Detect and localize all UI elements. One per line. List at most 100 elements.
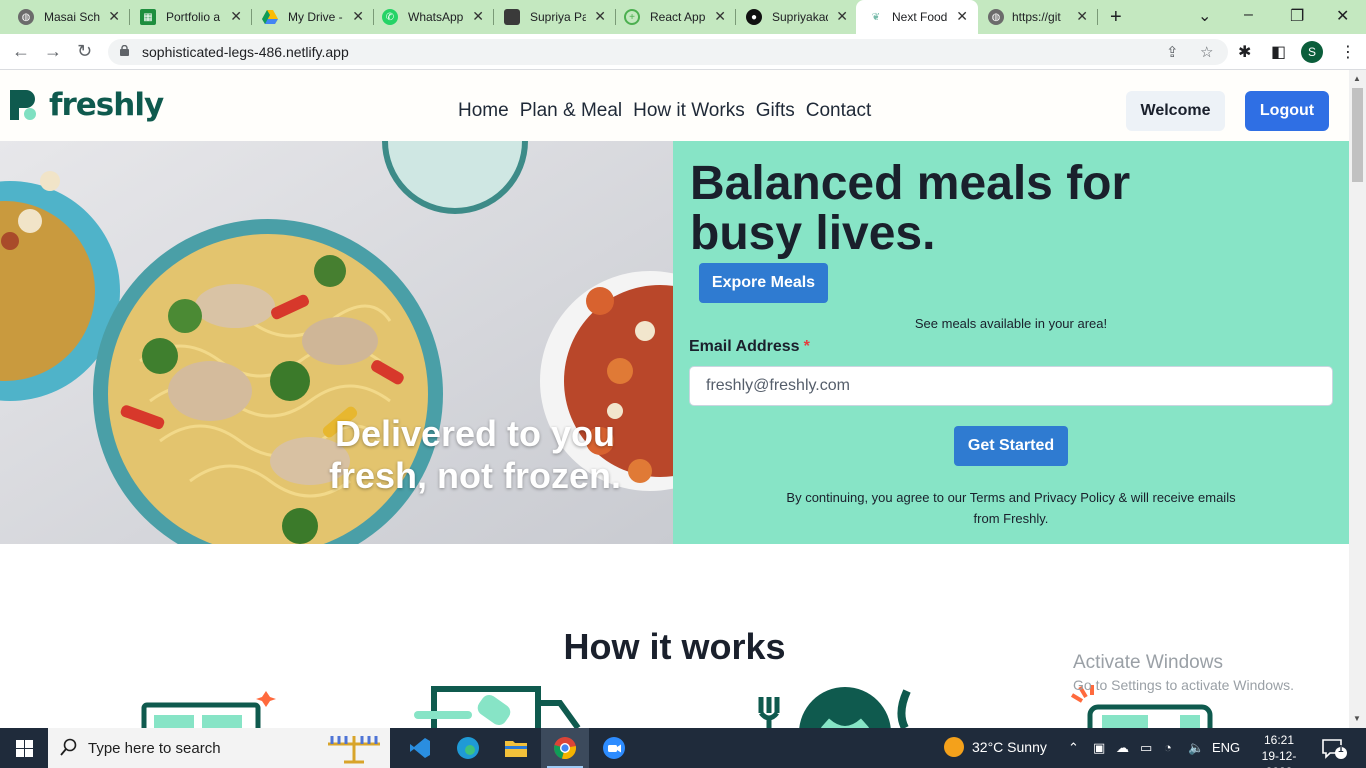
tab-title: Portfolio a bbox=[166, 10, 221, 24]
network-icon[interactable]: ◔ bbox=[1164, 740, 1172, 755]
browser-toolbar: ← → ↻ sophisticated-legs-486.netlify.app… bbox=[0, 34, 1366, 70]
browser-tab[interactable]: ● Supriyakad ✕ bbox=[728, 0, 858, 34]
onedrive-icon[interactable]: ☁ bbox=[1116, 740, 1129, 756]
clock-date: 19-12-2022 bbox=[1261, 749, 1297, 768]
close-window-icon[interactable]: ✕ bbox=[1336, 6, 1349, 26]
close-icon[interactable]: ✕ bbox=[1076, 8, 1088, 25]
bookmark-star-icon[interactable]: ☆ bbox=[1200, 43, 1213, 61]
notification-center-icon[interactable] bbox=[1322, 738, 1348, 760]
search-icon bbox=[60, 738, 77, 756]
taskbar-chrome[interactable] bbox=[541, 728, 589, 768]
logo-mark-icon bbox=[10, 90, 36, 120]
nav-link-how-it-works[interactable]: How it Works bbox=[633, 100, 745, 122]
leaf-icon: ❦ bbox=[871, 11, 881, 23]
taskbar-search-box[interactable]: Type here to search bbox=[48, 728, 390, 768]
sun-icon bbox=[944, 737, 964, 757]
tab-title: WhatsApp bbox=[408, 10, 464, 24]
battery-icon[interactable]: ▭ bbox=[1140, 740, 1152, 756]
browser-tab[interactable]: ◍ https://git ✕ bbox=[978, 0, 1098, 34]
folder-icon bbox=[505, 741, 527, 757]
nav-link-contact[interactable]: Contact bbox=[806, 100, 871, 122]
site-header: freshly Home Plan & Meal How it Works Gi… bbox=[0, 70, 1349, 141]
welcome-button[interactable]: Welcome bbox=[1126, 91, 1225, 131]
tab-title: My Drive - bbox=[288, 10, 343, 24]
language-indicator[interactable]: ENG bbox=[1212, 740, 1240, 755]
nav-link-gifts[interactable]: Gifts bbox=[756, 100, 795, 122]
scroll-down-icon[interactable]: ▼ bbox=[1353, 714, 1361, 723]
close-icon[interactable]: ✕ bbox=[714, 8, 726, 25]
lock-icon bbox=[120, 45, 129, 56]
windows-start-icon[interactable] bbox=[16, 740, 33, 757]
tab-search-icon[interactable]: ⌄ bbox=[1198, 6, 1211, 26]
taskbar-vscode[interactable] bbox=[396, 728, 444, 768]
explore-meals-button[interactable]: Expore Meals bbox=[699, 263, 828, 303]
tab-title: https://git bbox=[1012, 10, 1061, 24]
windows-taskbar: Type here to search 32°C Sunny ⌃ ▣ ☁ ▭ ◔… bbox=[0, 728, 1366, 768]
nav-link-home[interactable]: Home bbox=[458, 100, 509, 122]
edge-icon bbox=[457, 737, 479, 759]
nav-link-plan-meal[interactable]: Plan & Meal bbox=[520, 100, 622, 122]
zoom-icon bbox=[603, 737, 625, 759]
new-tab-button[interactable]: + bbox=[1110, 6, 1122, 29]
taskbar-file-explorer[interactable] bbox=[492, 728, 540, 768]
close-icon[interactable]: ✕ bbox=[472, 8, 484, 25]
volume-icon[interactable]: 🔈 bbox=[1188, 740, 1204, 756]
show-hidden-icons-chevron-icon[interactable]: ⌃ bbox=[1068, 740, 1079, 756]
browser-tab-strip: ◍ Masai Scho ✕ ▦ Portfolio a ✕ My Drive … bbox=[0, 0, 1366, 34]
reload-icon[interactable]: ↻ bbox=[77, 41, 92, 62]
share-icon[interactable]: ⇪ bbox=[1166, 43, 1179, 61]
scroll-up-icon[interactable]: ▲ bbox=[1353, 74, 1361, 83]
area-availability-text: See meals available in your area! bbox=[914, 316, 1108, 331]
meet-now-icon[interactable]: ▣ bbox=[1093, 740, 1105, 756]
logout-button[interactable]: Logout bbox=[1245, 91, 1329, 131]
address-bar[interactable]: sophisticated-legs-486.netlify.app ⇪ ☆ bbox=[108, 39, 1228, 65]
taskbar-clock[interactable]: 16:21 19-12-2022 bbox=[1254, 732, 1304, 768]
hero-image-caption: Delivered to you fresh, not frozen. bbox=[328, 413, 621, 496]
get-started-button[interactable]: Get Started bbox=[954, 426, 1068, 466]
browser-tab-active[interactable]: ❦ Next Food ✕ bbox=[856, 0, 978, 34]
close-icon[interactable]: ✕ bbox=[594, 8, 606, 25]
taskbar-zoom[interactable] bbox=[590, 728, 638, 768]
close-icon[interactable]: ✕ bbox=[956, 8, 968, 25]
restore-icon[interactable]: ❐ bbox=[1290, 6, 1304, 26]
cook-and-eat-icon bbox=[758, 687, 911, 728]
close-icon[interactable]: ✕ bbox=[108, 8, 120, 25]
side-panel-icon[interactable]: ◧ bbox=[1271, 42, 1286, 62]
search-placeholder: Type here to search bbox=[88, 740, 221, 757]
profile-photo-icon bbox=[504, 9, 520, 25]
globe-icon: ◍ bbox=[18, 9, 34, 25]
terms-text: By continuing, you agree to our Terms an… bbox=[786, 490, 1236, 526]
notification-count: 1 bbox=[1338, 744, 1344, 755]
site-logo[interactable]: freshly bbox=[10, 87, 164, 123]
back-icon[interactable]: ← bbox=[12, 41, 30, 62]
close-icon[interactable]: ✕ bbox=[230, 8, 242, 25]
browser-tab[interactable]: + React App ✕ bbox=[606, 0, 736, 34]
forward-icon[interactable]: → bbox=[44, 41, 62, 62]
chrome-icon bbox=[554, 737, 576, 760]
close-icon[interactable]: ✕ bbox=[836, 8, 848, 25]
profile-avatar[interactable]: S bbox=[1301, 41, 1323, 63]
weather-text: 32°C Sunny bbox=[972, 739, 1047, 755]
email-input[interactable] bbox=[689, 366, 1333, 406]
minimize-icon[interactable]: – bbox=[1244, 6, 1253, 24]
email-label-text: Email Address bbox=[689, 338, 800, 355]
browser-tab[interactable]: ◍ Masai Scho ✕ bbox=[0, 0, 130, 34]
browser-tab[interactable]: My Drive - ✕ bbox=[244, 0, 374, 34]
menu-icon[interactable]: ⋮ bbox=[1340, 42, 1356, 62]
browser-tab[interactable]: Supriya Pa ✕ bbox=[486, 0, 616, 34]
watermark-title: Activate Windows bbox=[1073, 652, 1223, 673]
browser-tab[interactable]: ✆ WhatsApp ✕ bbox=[364, 0, 494, 34]
extensions-icon[interactable]: ✱ bbox=[1238, 42, 1251, 62]
taskbar-edge[interactable] bbox=[444, 728, 492, 768]
weather-widget[interactable]: 32°C Sunny bbox=[944, 737, 1047, 757]
github-icon: ● bbox=[746, 9, 762, 25]
browser-tab[interactable]: ▦ Portfolio a ✕ bbox=[122, 0, 252, 34]
close-icon[interactable]: ✕ bbox=[352, 8, 364, 25]
globe-icon: ◍ bbox=[988, 9, 1004, 25]
sheets-icon: ▦ bbox=[140, 9, 156, 25]
page-scrollbar[interactable]: ▲ ▼ bbox=[1349, 70, 1366, 728]
delivery-truck-icon bbox=[414, 686, 581, 728]
scrollbar-thumb[interactable] bbox=[1352, 88, 1363, 182]
tab-title: Supriyakad bbox=[772, 10, 828, 24]
tab-title: Next Food bbox=[892, 10, 948, 24]
